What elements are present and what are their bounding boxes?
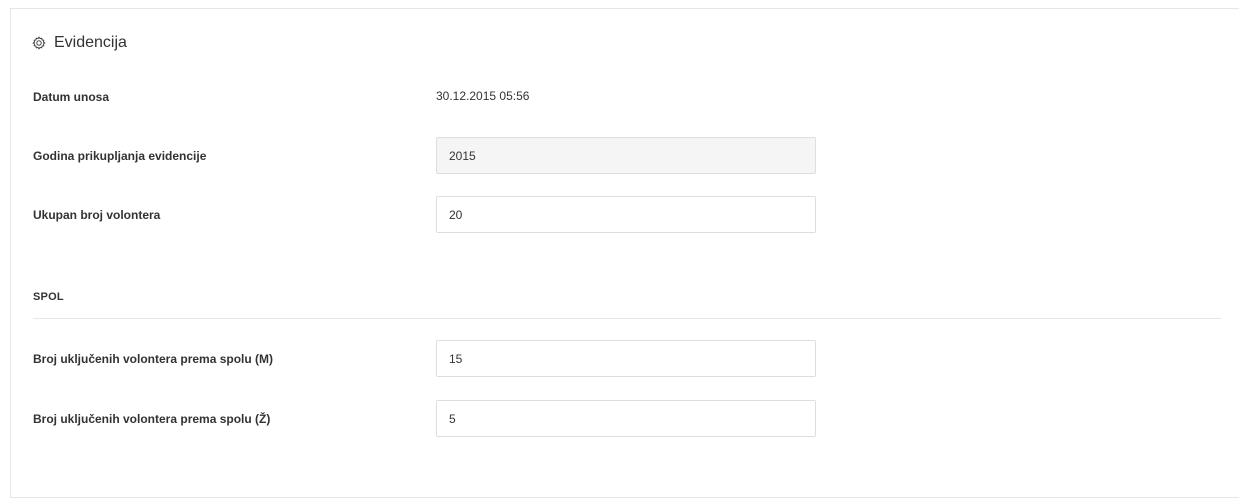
panel-title: Evidencija bbox=[54, 34, 127, 51]
female-volunteers-label: Broj uključenih volontera prema spolu (Ž… bbox=[33, 412, 271, 426]
entry-date-value: 30.12.2015 05:56 bbox=[436, 89, 530, 103]
male-volunteers-label: Broj uključenih volontera prema spolu (M… bbox=[33, 352, 274, 366]
total-volunteers-label: Ukupan broj volontera bbox=[33, 208, 161, 222]
collection-year-field[interactable] bbox=[436, 137, 816, 174]
female-volunteers-field[interactable] bbox=[436, 400, 816, 437]
male-volunteers-field[interactable] bbox=[436, 340, 816, 377]
section-divider bbox=[33, 318, 1221, 319]
panel-header: Evidencija bbox=[32, 34, 127, 52]
gender-section-heading: SPOL bbox=[33, 291, 64, 303]
collection-year-label: Godina prikupljanja evidencije bbox=[33, 149, 207, 163]
entry-date-label: Datum unosa bbox=[33, 90, 110, 104]
gear-icon bbox=[32, 36, 46, 50]
total-volunteers-field[interactable] bbox=[436, 196, 816, 233]
